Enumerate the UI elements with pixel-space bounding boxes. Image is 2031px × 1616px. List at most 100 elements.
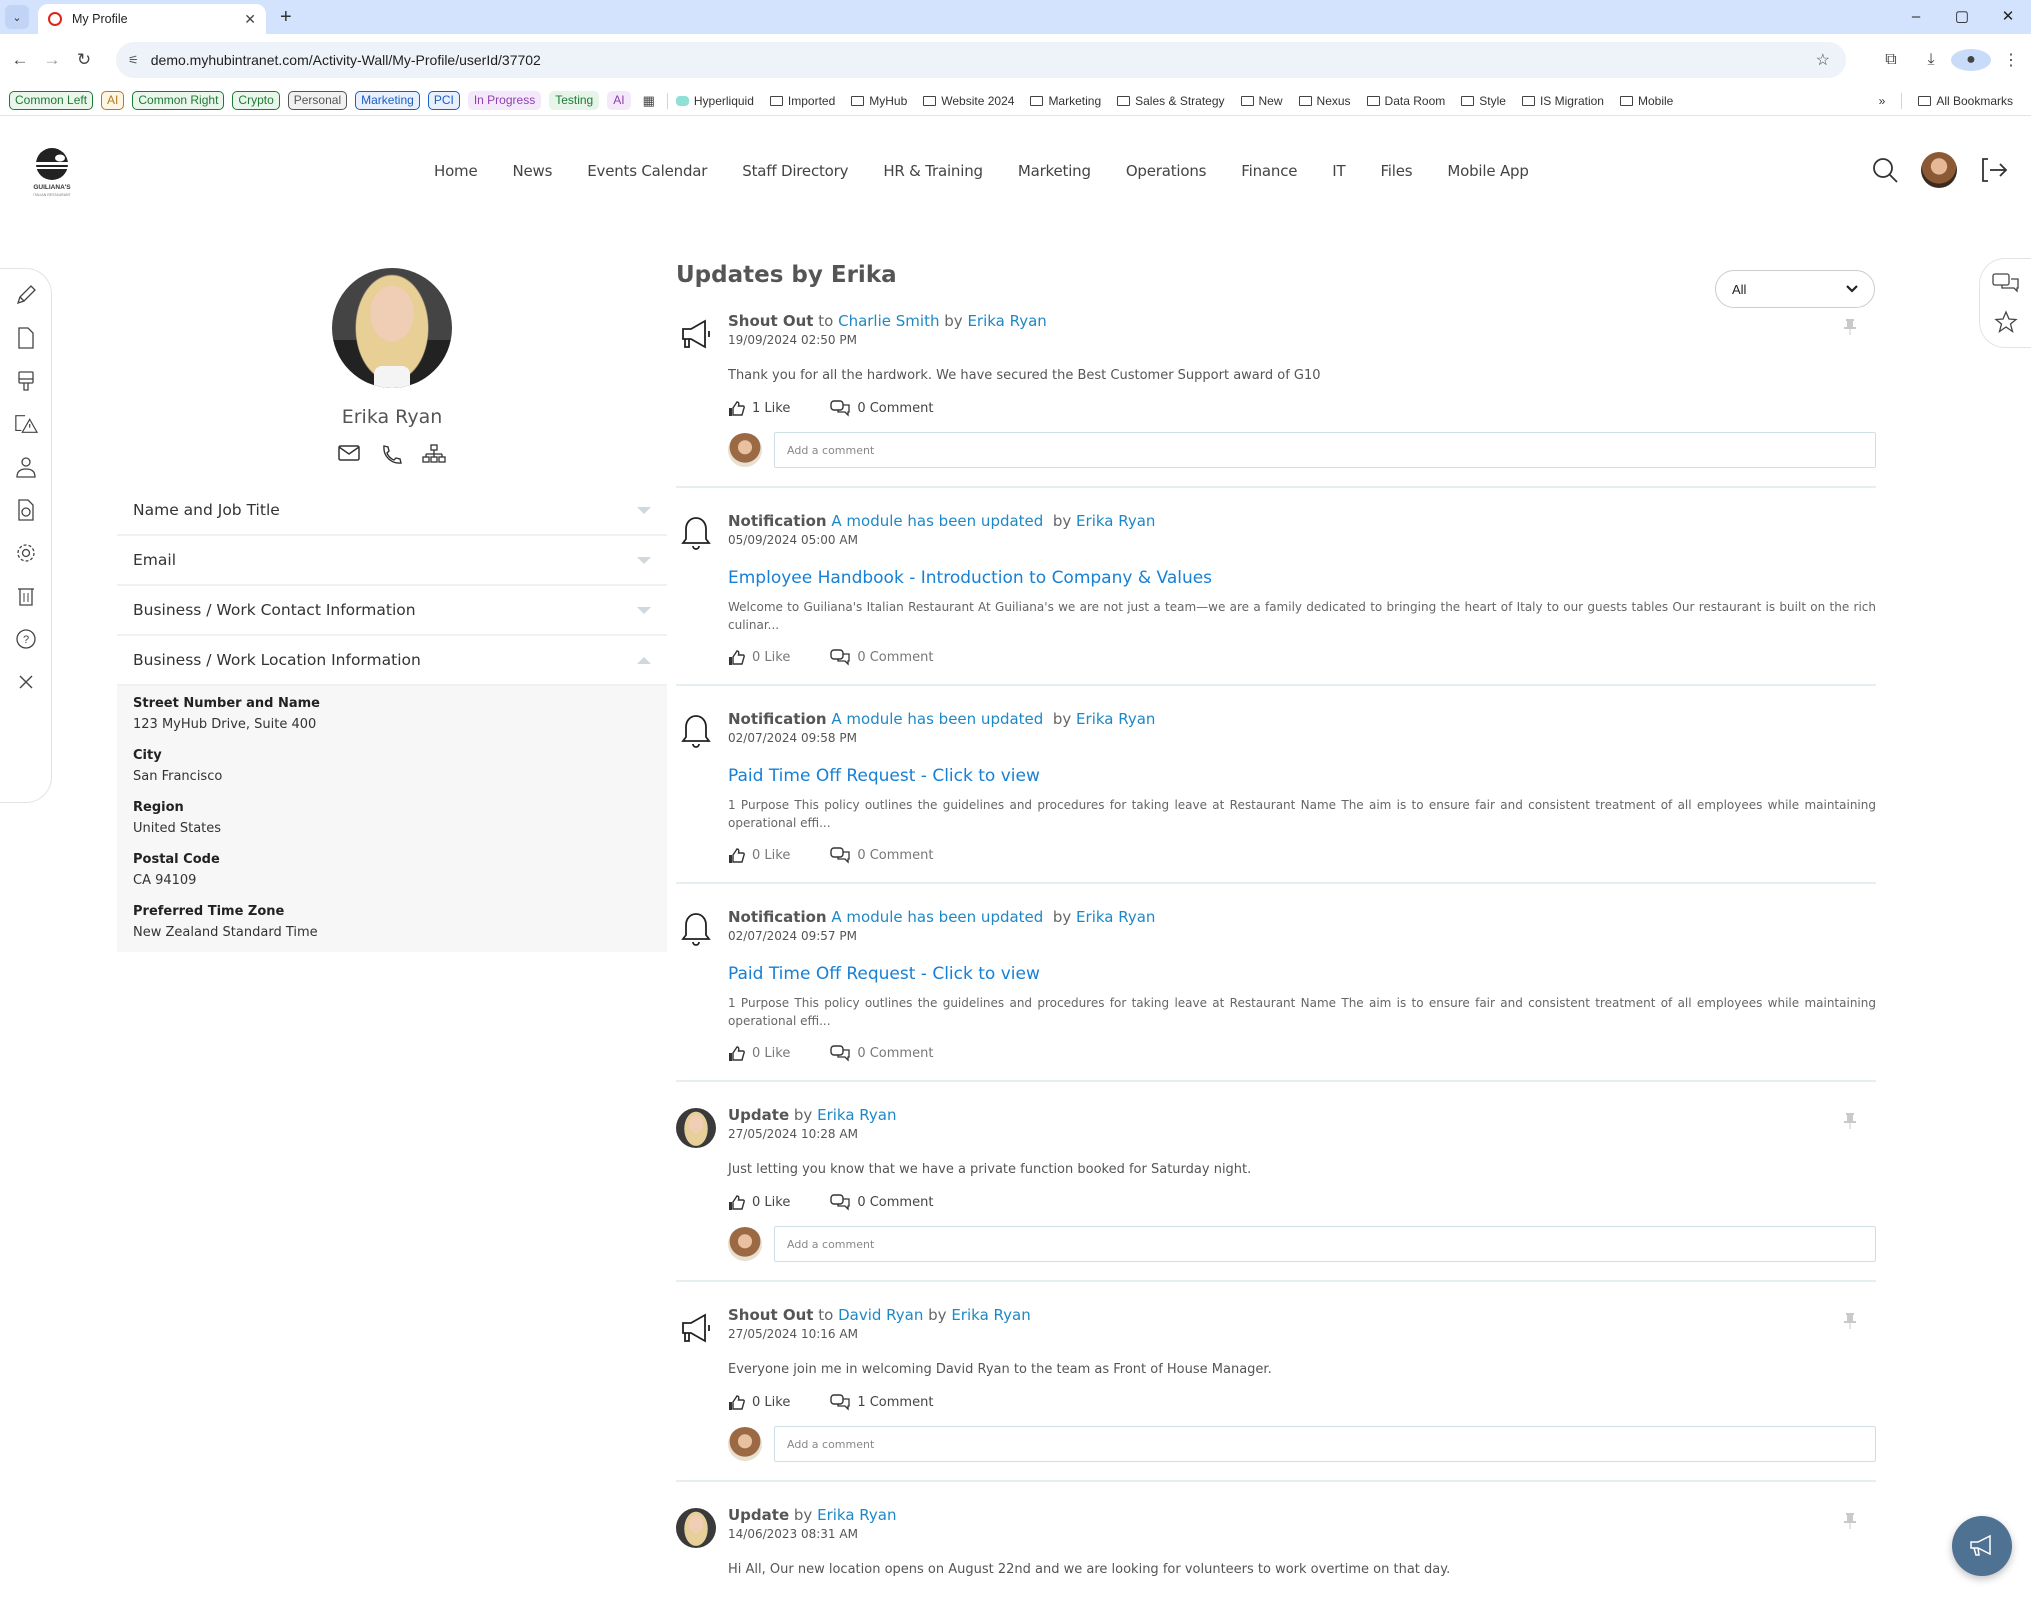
page-icon[interactable] bbox=[14, 326, 38, 350]
nav-item-home[interactable]: Home bbox=[434, 162, 478, 180]
company-logo[interactable]: GUILIANA'S ITALIAN RESTAURANT bbox=[24, 146, 80, 198]
address-bar[interactable]: ⚟ demo.myhubintranet.com/Activity-Wall/M… bbox=[116, 42, 1846, 78]
comment-button[interactable]: 0 Comment bbox=[830, 400, 933, 417]
bookmark-folder[interactable]: Sales & Strategy bbox=[1117, 94, 1225, 108]
tab-close-icon[interactable]: ✕ bbox=[244, 11, 256, 28]
like-button[interactable]: 1 Like bbox=[728, 400, 790, 417]
post-article-link[interactable]: Paid Time Off Request - Click to view bbox=[728, 766, 1876, 786]
browser-profile-icon[interactable]: ● bbox=[1951, 49, 1991, 71]
user-avatar[interactable] bbox=[1921, 152, 1957, 188]
minimize-button[interactable]: – bbox=[1893, 0, 1939, 34]
comment-button[interactable]: 1 Comment bbox=[830, 1394, 933, 1411]
nav-item-mobile-app[interactable]: Mobile App bbox=[1447, 162, 1528, 180]
nav-item-finance[interactable]: Finance bbox=[1241, 162, 1297, 180]
author-link[interactable]: Erika Ryan bbox=[1076, 512, 1155, 530]
nav-item-it[interactable]: IT bbox=[1332, 162, 1345, 180]
all-bookmarks-button[interactable]: All Bookmarks bbox=[1918, 94, 2013, 108]
author-link[interactable]: Erika Ryan bbox=[1076, 710, 1155, 728]
pin-icon[interactable] bbox=[1844, 1112, 1856, 1130]
close-icon[interactable] bbox=[14, 670, 38, 694]
extensions-icon[interactable]: ⧉ bbox=[1871, 51, 1911, 69]
author-link[interactable]: Erika Ryan bbox=[1076, 908, 1155, 926]
author-avatar[interactable] bbox=[676, 1508, 716, 1548]
bookmarks-overflow-button[interactable]: » bbox=[1879, 94, 1886, 108]
author-link[interactable]: Erika Ryan bbox=[967, 312, 1046, 330]
bookmark-folder[interactable]: Hyperliquid bbox=[675, 94, 754, 108]
section-work-contact[interactable]: Business / Work Contact Information bbox=[117, 586, 667, 636]
apps-grid-icon[interactable]: ▦ bbox=[643, 93, 655, 109]
pin-icon[interactable] bbox=[1844, 318, 1856, 336]
nav-item-operations[interactable]: Operations bbox=[1126, 162, 1207, 180]
bookmark-tag[interactable]: Personal bbox=[287, 91, 348, 110]
org-chart-icon[interactable] bbox=[422, 444, 446, 464]
comment-button[interactable]: 0 Comment bbox=[830, 847, 933, 864]
pin-icon[interactable] bbox=[1844, 1312, 1856, 1330]
comment-button[interactable]: 0 Comment bbox=[830, 649, 933, 666]
settings-gear-icon[interactable] bbox=[14, 541, 38, 565]
search-icon[interactable] bbox=[1871, 156, 1899, 184]
nav-item-news[interactable]: News bbox=[513, 162, 553, 180]
report-icon[interactable] bbox=[14, 498, 38, 522]
bookmark-tag[interactable]: AI bbox=[101, 91, 125, 110]
new-tab-button[interactable]: + bbox=[280, 6, 292, 29]
bookmark-folder[interactable]: IS Migration bbox=[1521, 94, 1604, 108]
warning-icon[interactable] bbox=[14, 412, 38, 436]
favorite-star-icon[interactable] bbox=[1993, 310, 2018, 334]
back-button[interactable]: ← bbox=[4, 50, 36, 70]
browser-menu-icon[interactable]: ⋮ bbox=[1991, 50, 2031, 70]
tab-search-button[interactable]: ⌄ bbox=[5, 5, 29, 29]
paint-brush-icon[interactable] bbox=[14, 369, 38, 393]
phone-icon[interactable] bbox=[380, 444, 402, 464]
site-info-icon[interactable]: ⚟ bbox=[128, 53, 139, 67]
like-button[interactable]: 0 Like bbox=[728, 847, 790, 864]
comment-input[interactable] bbox=[774, 1226, 1876, 1262]
email-icon[interactable] bbox=[338, 444, 360, 462]
nav-item-files[interactable]: Files bbox=[1380, 162, 1412, 180]
like-button[interactable]: 0 Like bbox=[728, 1194, 790, 1211]
author-link[interactable]: Erika Ryan bbox=[817, 1106, 896, 1124]
bookmark-tag[interactable]: Testing bbox=[549, 91, 600, 110]
post-article-link[interactable]: Paid Time Off Request - Click to view bbox=[728, 964, 1876, 984]
nav-item-events-calendar[interactable]: Events Calendar bbox=[587, 162, 707, 180]
trash-icon[interactable] bbox=[14, 584, 38, 608]
nav-item-hr-training[interactable]: HR & Training bbox=[883, 162, 983, 180]
module-link[interactable]: A module has been updated bbox=[831, 710, 1043, 728]
module-link[interactable]: A module has been updated bbox=[831, 908, 1043, 926]
nav-item-marketing[interactable]: Marketing bbox=[1018, 162, 1091, 180]
bookmark-tag[interactable]: In Progress bbox=[467, 91, 542, 110]
recipient-link[interactable]: David Ryan bbox=[838, 1306, 923, 1324]
pin-icon[interactable] bbox=[1844, 1512, 1856, 1530]
bookmark-folder[interactable]: MyHub bbox=[851, 94, 907, 108]
comment-button[interactable]: 0 Comment bbox=[830, 1045, 933, 1062]
bookmark-folder[interactable]: Marketing bbox=[1030, 94, 1101, 108]
section-work-location[interactable]: Business / Work Location Information bbox=[117, 636, 667, 686]
bookmark-star-icon[interactable]: ☆ bbox=[1816, 50, 1830, 70]
like-button[interactable]: 0 Like bbox=[728, 1394, 790, 1411]
help-icon[interactable]: ? bbox=[14, 627, 38, 651]
reload-button[interactable]: ↻ bbox=[68, 50, 100, 70]
comment-button[interactable]: 0 Comment bbox=[830, 1194, 933, 1211]
forward-button[interactable]: → bbox=[36, 50, 68, 70]
maximize-button[interactable]: ▢ bbox=[1939, 0, 1985, 34]
chat-icon[interactable] bbox=[1991, 272, 2020, 296]
bookmark-folder[interactable]: Website 2024 bbox=[923, 94, 1014, 108]
new-shoutout-fab[interactable] bbox=[1952, 1516, 2012, 1576]
bookmark-tag[interactable]: Marketing bbox=[355, 91, 420, 110]
bookmark-tag[interactable]: Common Left bbox=[9, 91, 94, 110]
browser-tab-active[interactable]: My Profile ✕ bbox=[38, 4, 266, 34]
bookmark-tag[interactable]: PCI bbox=[427, 91, 460, 110]
logout-icon[interactable] bbox=[1979, 156, 2009, 184]
downloads-icon[interactable]: ⤓ bbox=[1911, 51, 1951, 69]
module-link[interactable]: A module has been updated bbox=[831, 512, 1043, 530]
bookmark-tag[interactable]: Crypto bbox=[232, 91, 280, 110]
feed-filter-select[interactable]: All bbox=[1715, 270, 1875, 308]
author-avatar[interactable] bbox=[676, 1108, 716, 1148]
bookmark-folder[interactable]: Nexus bbox=[1298, 94, 1351, 108]
like-button[interactable]: 0 Like bbox=[728, 1045, 790, 1062]
post-article-link[interactable]: Employee Handbook - Introduction to Comp… bbox=[728, 568, 1876, 588]
bookmark-folder[interactable]: Mobile bbox=[1619, 94, 1673, 108]
bookmark-folder[interactable]: Data Room bbox=[1366, 94, 1445, 108]
bookmark-folder[interactable]: Imported bbox=[769, 94, 835, 108]
recipient-link[interactable]: Charlie Smith bbox=[838, 312, 939, 330]
window-close-button[interactable]: ✕ bbox=[1985, 0, 2031, 34]
